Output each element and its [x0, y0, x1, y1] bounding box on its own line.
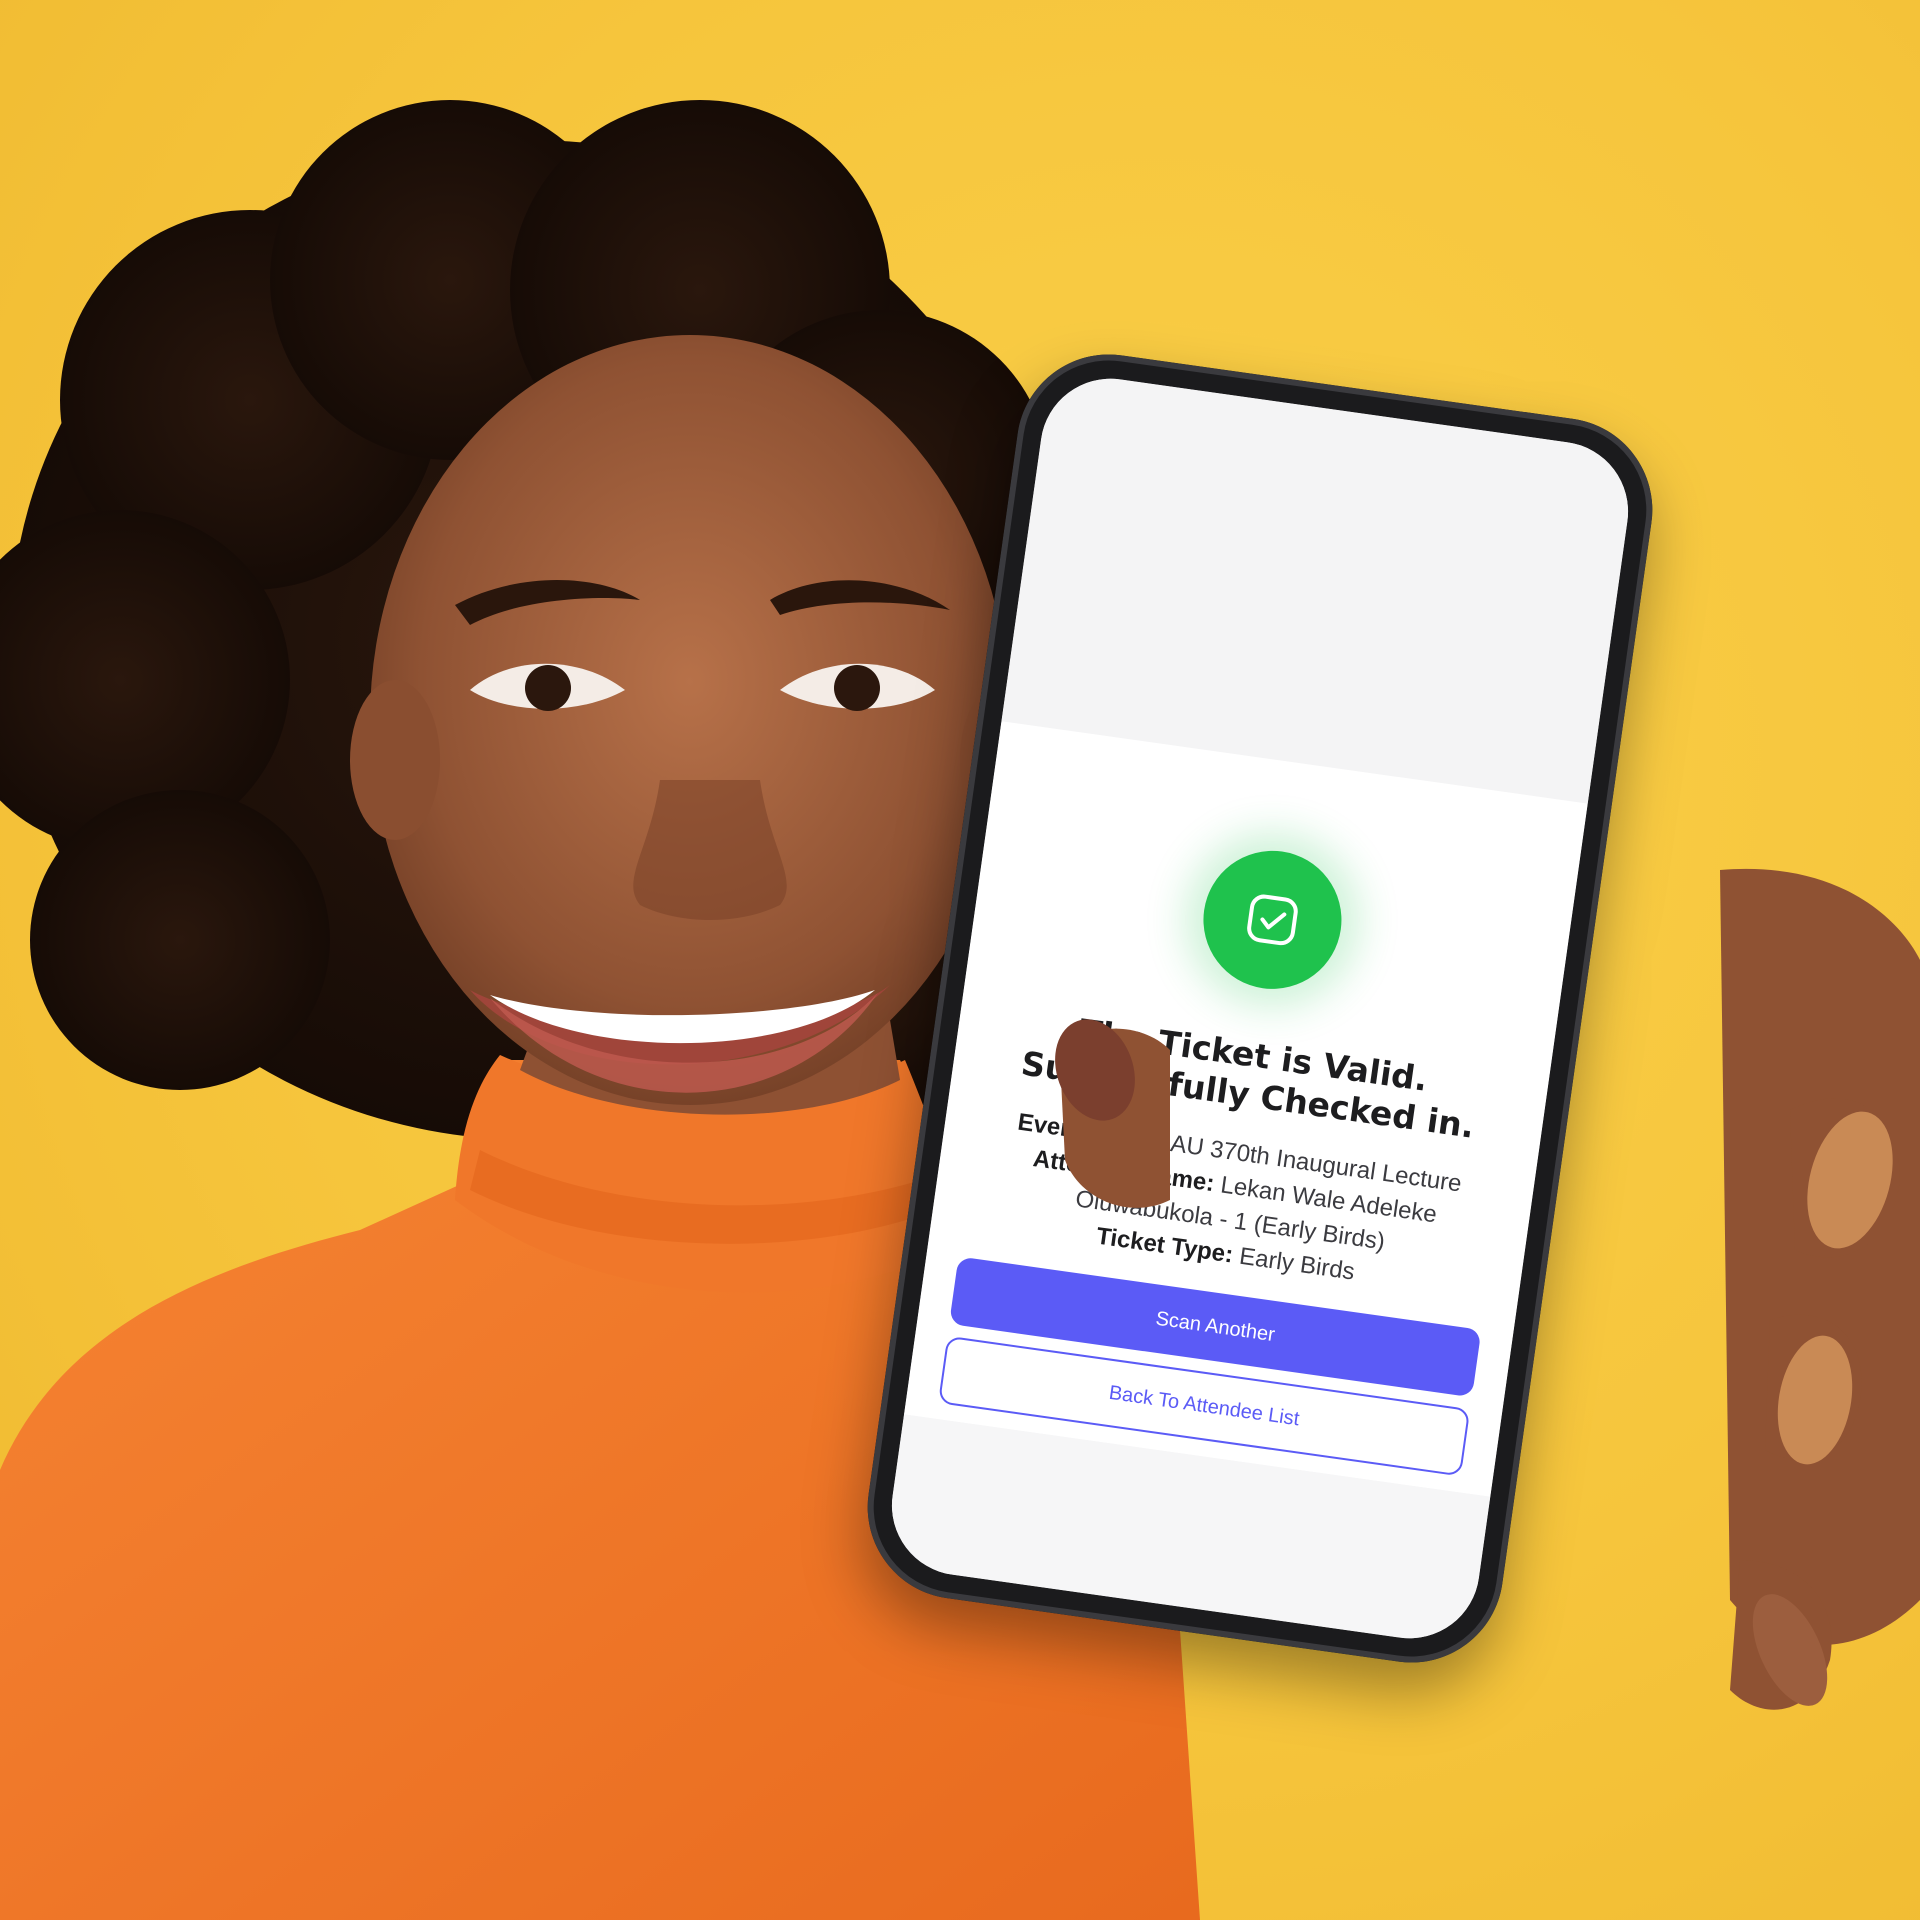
hand-fingers — [1055, 1019, 1900, 1710]
photo-scene: The Ticket is Valid. Successfully Checke… — [0, 0, 1920, 1920]
